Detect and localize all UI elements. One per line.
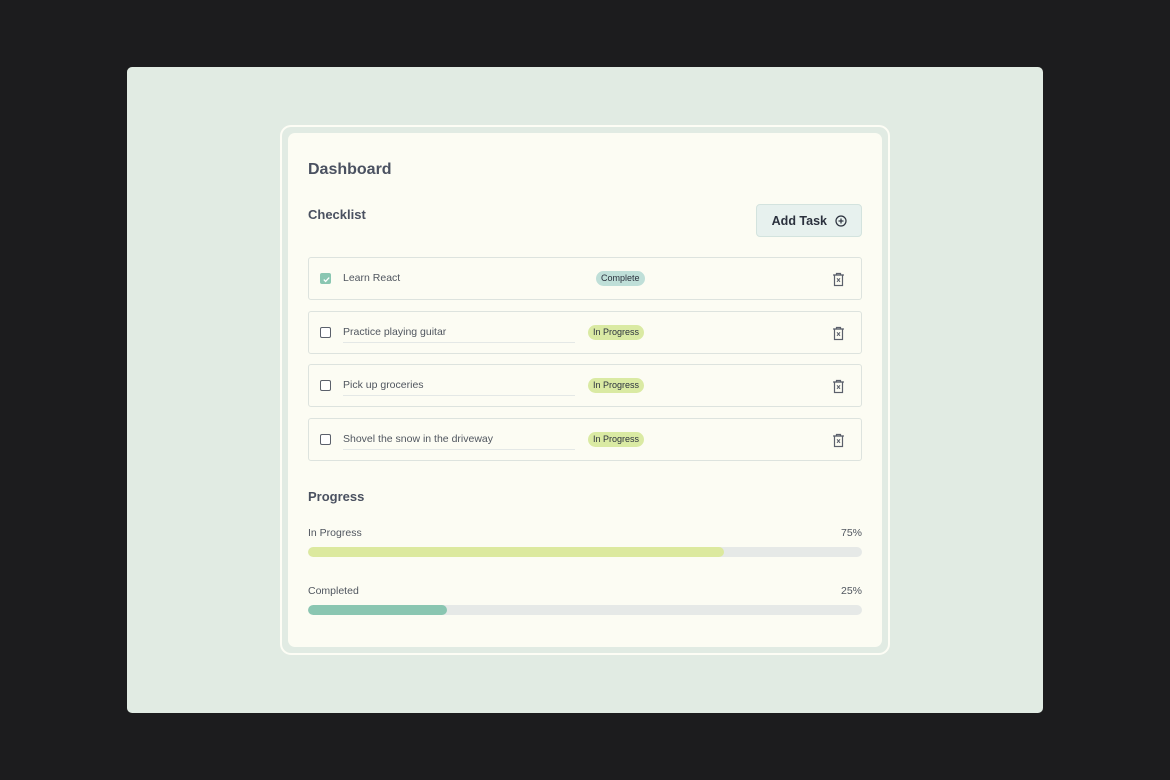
task-row: Pick up groceries In Progress [308,364,862,407]
task-checkbox[interactable] [320,433,331,445]
progress-title: Progress [308,489,365,504]
task-label-input[interactable]: Shovel the snow in the driveway [343,433,575,450]
progress-fill [308,605,447,615]
trash-icon[interactable] [832,326,845,341]
dashboard-card: Dashboard Checklist Add Task Learn React… [288,133,882,647]
dashboard-card-frame: Dashboard Checklist Add Task Learn React… [280,125,890,655]
task-label-input[interactable]: Pick up groceries [343,379,575,396]
add-task-button[interactable]: Add Task [755,204,862,237]
check-icon [323,277,330,283]
progress-fill [308,547,724,557]
task-row: Practice playing guitar In Progress [308,310,862,354]
progress-label: In Progress [308,527,362,539]
page-title: Dashboard [308,161,392,178]
status-badge: In Progress [588,431,645,447]
app-background: Dashboard Checklist Add Task Learn React… [127,67,1043,713]
task-row: Shovel the snow in the driveway In Progr… [308,417,862,461]
status-badge: In Progress [588,324,645,340]
task-checkbox[interactable] [320,326,331,338]
plus-circle-icon [835,214,847,227]
task-list: Learn React Complete Practice playing gu… [308,257,862,471]
status-badge: In Progress [588,378,645,393]
task-checkbox[interactable] [320,380,331,391]
trash-icon[interactable] [832,379,845,394]
status-badge: Complete [596,271,645,286]
add-task-label: Add Task [771,213,827,228]
progress-value: 25% [840,585,862,597]
trash-icon[interactable] [832,272,845,287]
task-label: Learn React [343,272,401,284]
checklist-title: Checklist [308,207,366,222]
progress-track [308,605,862,615]
task-checkbox[interactable] [320,273,331,284]
progress-track [308,547,862,557]
task-row: Learn React Complete [308,257,862,300]
task-label-input[interactable]: Practice playing guitar [343,326,575,343]
trash-icon[interactable] [832,433,845,448]
progress-label: Completed [308,585,359,597]
progress-value: 75% [840,527,862,539]
